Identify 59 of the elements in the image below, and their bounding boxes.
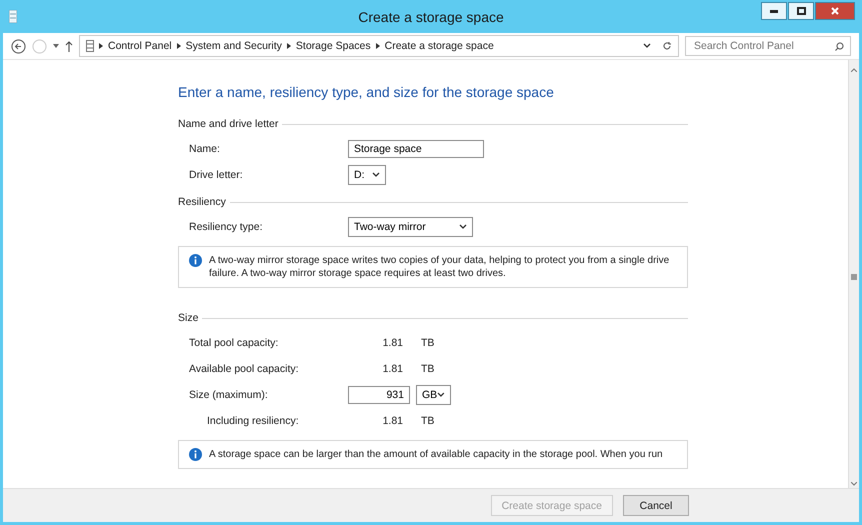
control-panel-icon: [86, 40, 94, 52]
window-title: Create a storage space: [358, 8, 504, 24]
scroll-thumb-icon[interactable]: [851, 274, 857, 280]
field-label: Total pool capacity:: [189, 337, 280, 349]
address-bar[interactable]: Control Panel System and Security Storage Spaces Create a storage space: [79, 35, 679, 57]
section-title: Size: [178, 312, 198, 324]
info-icon: [189, 448, 202, 461]
unit-label: TB: [421, 415, 434, 427]
refresh-icon[interactable]: [662, 41, 672, 51]
name-field[interactable]: Storage space: [348, 140, 484, 158]
close-icon: [831, 7, 839, 15]
info-text: A storage space can be larger than the amount of available capacity in the storage pool. When you run: [209, 448, 663, 461]
breadcrumb-arrow-icon: [176, 43, 181, 49]
section-title: Name and drive letter: [178, 118, 278, 130]
app-icon: [9, 10, 17, 23]
field-label: Available pool capacity:: [189, 363, 300, 375]
breadcrumb-item[interactable]: Storage Spaces: [296, 40, 371, 52]
info-text: A two-way mirror storage space writes two copies of your data, helping to protect you from a single drive failure. A two-way mirror storage space requires at least two drives.: [209, 254, 670, 280]
resiliency-type-dropdown[interactable]: Two-way mirror: [348, 217, 473, 237]
scroll-down-icon[interactable]: [851, 482, 857, 486]
up-button[interactable]: [65, 40, 73, 52]
size-field[interactable]: 931: [348, 386, 410, 404]
maximize-button[interactable]: [788, 2, 814, 20]
history-dropdown-button[interactable]: [53, 44, 59, 48]
chevron-down-icon: [643, 43, 651, 49]
back-button[interactable]: [11, 38, 26, 54]
chevron-down-icon: [372, 172, 380, 178]
section-title: Resiliency: [178, 196, 226, 208]
field-label: Resiliency type:: [189, 221, 264, 233]
breadcrumb-arrow-icon: [376, 43, 380, 49]
unit-label: TB: [421, 363, 434, 375]
capacity-value: 1.81: [382, 363, 403, 375]
capacity-value: 1.81: [382, 415, 403, 427]
scrollbar[interactable]: [848, 60, 859, 488]
breadcrumb-item[interactable]: Create a storage space: [384, 40, 494, 52]
info-icon: [189, 254, 202, 267]
field-label: Size (maximum):: [189, 389, 269, 401]
chevron-down-icon: [437, 392, 445, 398]
minimize-icon: [770, 10, 778, 12]
field-label: Name:: [189, 143, 221, 155]
drive-letter-dropdown[interactable]: D:: [348, 165, 386, 185]
page-heading: Enter a name, resiliency type, and size for the storage space: [178, 84, 555, 100]
field-label: Drive letter:: [189, 169, 244, 181]
minimize-button[interactable]: [761, 2, 787, 20]
capacity-value: 1.81: [382, 337, 403, 349]
breadcrumb-arrow-icon: [286, 43, 291, 49]
search-field[interactable]: Search Control Panel: [685, 36, 851, 56]
breadcrumb-item[interactable]: Control Panel: [108, 40, 172, 52]
breadcrumb-item[interactable]: System and Security: [186, 40, 282, 52]
search-icon: [835, 42, 844, 51]
close-button[interactable]: [815, 2, 855, 20]
breadcrumb-arrow-icon: [99, 43, 103, 49]
maximize-icon: [796, 7, 806, 15]
unit-label: TB: [421, 337, 434, 349]
scroll-up-icon[interactable]: [851, 68, 857, 72]
unit-dropdown[interactable]: GB: [416, 385, 451, 405]
field-label: Including resiliency:: [206, 415, 300, 427]
chevron-down-icon: [459, 224, 467, 230]
cancel-button[interactable]: Cancel: [623, 495, 689, 516]
